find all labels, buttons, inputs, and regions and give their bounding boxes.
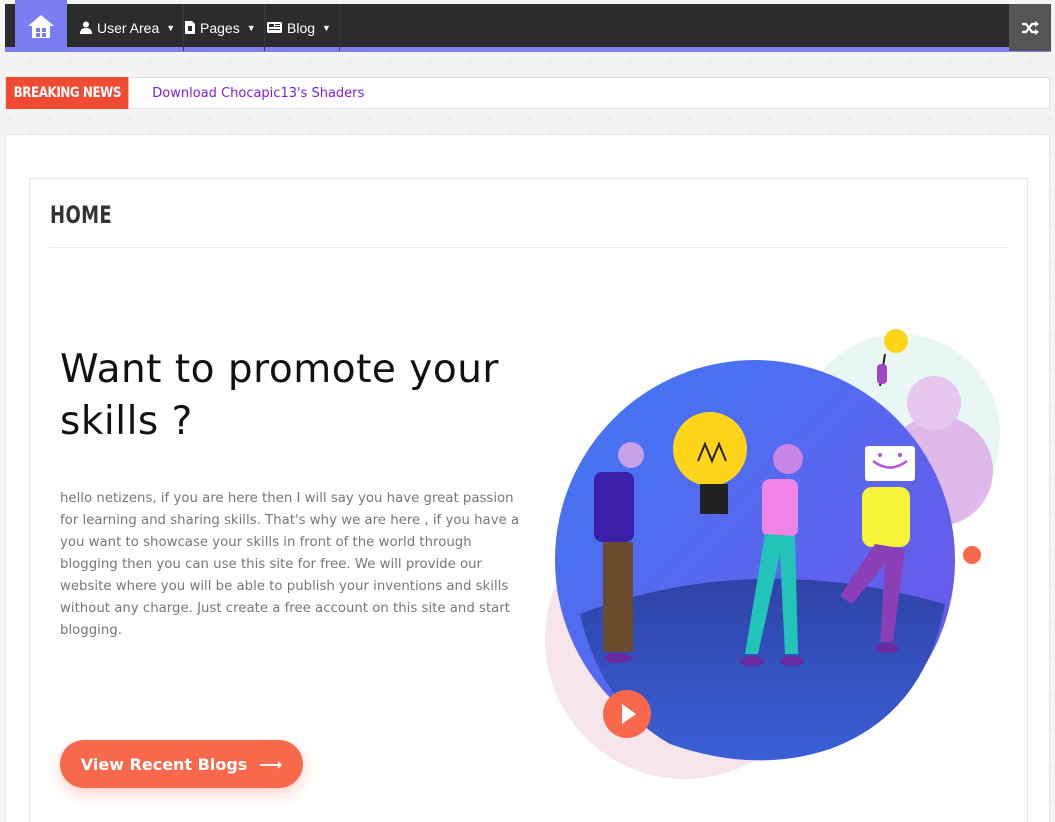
top-navigation-bar: User Area ▼ Pages ▼ Blog ▼ — [5, 0, 1051, 52]
nav-blog[interactable]: Blog ▼ — [259, 4, 340, 51]
hero-heading: Want to promote your skills ? — [60, 347, 499, 444]
chevron-down-icon: ▼ — [166, 22, 176, 33]
random-post-button[interactable] — [1009, 4, 1051, 51]
newspaper-icon — [267, 22, 282, 33]
home-button[interactable] — [15, 0, 67, 51]
nav-blog-label: Blog — [287, 19, 316, 36]
breaking-news-label: BREAKING NEWS — [6, 76, 129, 109]
breaking-news-bar: BREAKING NEWS Download Chocapic13's Shad… — [5, 76, 1050, 109]
page-title: HOME — [50, 201, 113, 229]
breaking-news-link[interactable]: Download Chocapic13's Shaders — [152, 86, 364, 101]
nav-pages[interactable]: Pages ▼ — [177, 4, 265, 51]
chevron-down-icon: ▼ — [246, 22, 256, 33]
nav-pages-label: Pages — [200, 19, 240, 36]
page-card: HOME Want to promote your skills ? hello… — [29, 178, 1028, 822]
cta-label: View Recent Blogs — [80, 754, 248, 774]
home-icon — [28, 14, 54, 38]
hero-description: hello netizens, if you are here then I w… — [60, 491, 520, 638]
user-icon — [80, 21, 92, 34]
shuffle-icon — [1022, 20, 1039, 35]
main-content: HOME Want to promote your skills ? hello… — [5, 134, 1050, 822]
arrow-right-icon: ⟶ — [259, 754, 283, 774]
play-video-button[interactable] — [603, 690, 651, 738]
nav-user-area[interactable]: User Area ▼ — [72, 4, 185, 51]
chevron-down-icon: ▼ — [322, 22, 331, 33]
divider — [50, 247, 1008, 248]
nav-user-area-label: User Area — [97, 19, 160, 36]
view-recent-blogs-button[interactable]: View Recent Blogs ⟶ — [60, 740, 303, 788]
hero-illustration — [545, 329, 1000, 779]
document-icon — [185, 21, 195, 34]
